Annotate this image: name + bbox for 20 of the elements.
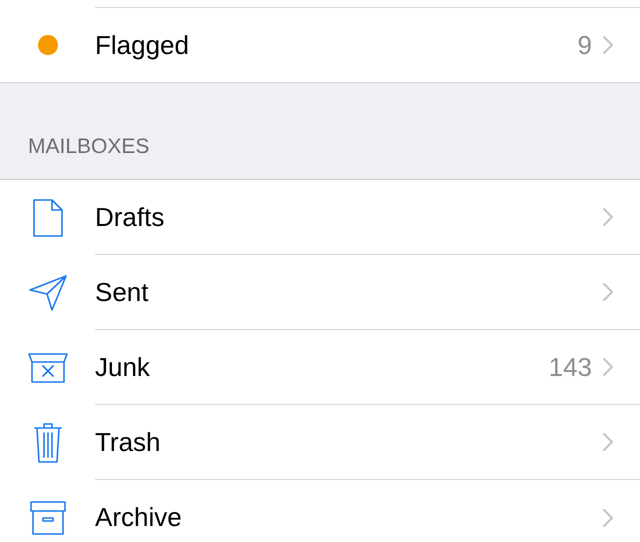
junk-tray-icon	[28, 352, 68, 382]
count-label: 9	[578, 28, 592, 62]
chevron-icon	[602, 282, 614, 302]
mailbox-label: Sent	[95, 276, 150, 308]
paper-plane-icon	[28, 274, 66, 310]
chevron-icon	[602, 432, 614, 452]
chevron-icon	[602, 207, 614, 227]
trash-icon	[34, 422, 62, 462]
chevron-icon	[602, 35, 614, 55]
section-title: MAILBOXES	[28, 134, 150, 160]
mailbox-label: Junk	[95, 350, 151, 384]
archive-box-icon	[30, 500, 66, 534]
mailbox-label: Trash	[95, 426, 162, 458]
document-icon	[32, 198, 62, 236]
mailbox-label: Archive	[95, 501, 183, 534]
chevron-icon	[602, 357, 614, 377]
mailbox-label: Flagged	[95, 28, 190, 62]
mailbox-label: Drafts	[95, 200, 166, 234]
chevron-icon	[602, 508, 614, 528]
count-label: 143	[548, 350, 592, 384]
